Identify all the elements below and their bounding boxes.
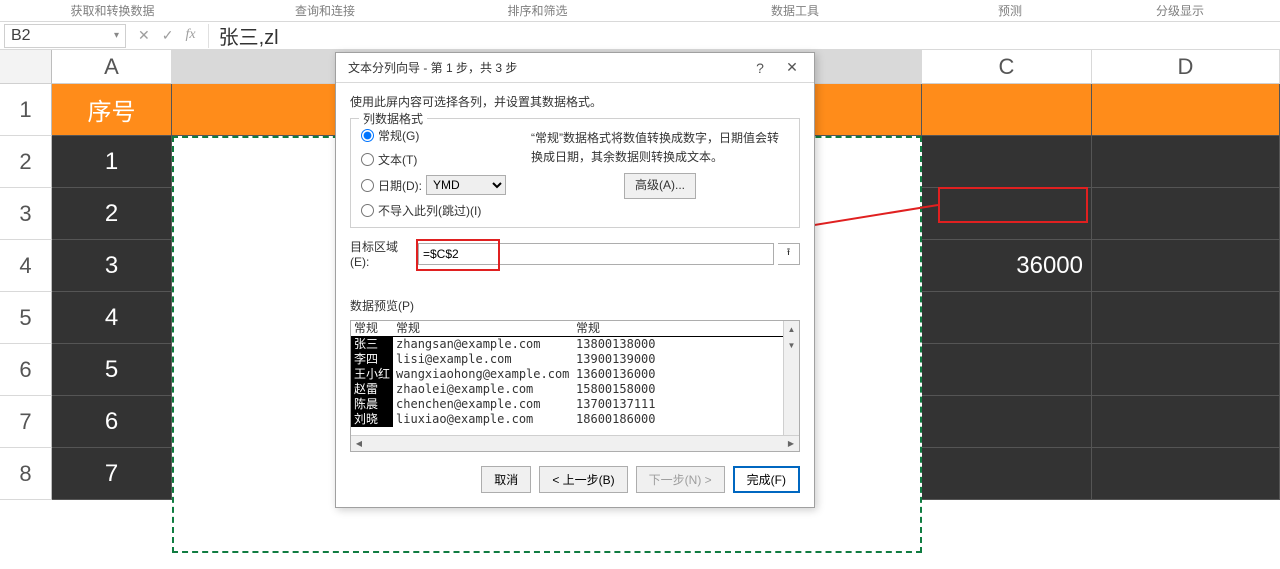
preview-header-3[interactable]: 常规 xyxy=(573,321,783,337)
cell-D5[interactable] xyxy=(1092,292,1280,344)
cell-A3[interactable]: 2 xyxy=(52,188,172,240)
formula-text: 张三,zl xyxy=(219,21,279,50)
cell-C6[interactable] xyxy=(922,344,1092,396)
row-header-1[interactable]: 1 xyxy=(0,84,52,136)
cell-C4[interactable]: 36000 xyxy=(922,240,1092,292)
column-data-format-group: 列数据格式 常规(G) 文本(T) 日期(D): YM xyxy=(350,118,800,228)
cell-D7[interactable] xyxy=(1092,396,1280,448)
cell-A4[interactable]: 3 xyxy=(52,240,172,292)
preview-label: 数据预览(P) xyxy=(350,297,800,314)
row-header-6[interactable]: 6 xyxy=(0,344,52,396)
cell-D6[interactable] xyxy=(1092,344,1280,396)
preview-row: 刘晓liuxiao@example.com18600186000 xyxy=(351,412,783,427)
preview-row: 张三zhangsan@example.com13800138000 xyxy=(351,337,783,353)
back-button[interactable]: < 上一步(B) xyxy=(539,466,627,493)
scroll-down-icon[interactable]: ▼ xyxy=(784,337,799,353)
preview-row: 赵雷zhaolei@example.com15800158000 xyxy=(351,382,783,397)
preview-horizontal-scrollbar[interactable]: ◀ ▶ xyxy=(351,435,799,451)
name-box[interactable]: B2 ▾ xyxy=(4,24,126,48)
close-icon[interactable]: ✕ xyxy=(776,59,808,76)
row-header-4[interactable]: 4 xyxy=(0,240,52,292)
annotation-target-cell-highlight xyxy=(938,187,1088,223)
cell-A7[interactable]: 6 xyxy=(52,396,172,448)
date-format-select[interactable]: YMD xyxy=(426,175,506,195)
preview-header-2[interactable]: 常规 xyxy=(393,321,573,337)
cell-C1[interactable] xyxy=(922,84,1092,136)
preview-vertical-scrollbar[interactable]: ▲ ▼ xyxy=(783,321,799,435)
cell-D2[interactable] xyxy=(1092,136,1280,188)
radio-text-input[interactable] xyxy=(361,153,374,166)
row-header-7[interactable]: 7 xyxy=(0,396,52,448)
cancel-button[interactable]: 取消 xyxy=(481,466,531,493)
cancel-icon[interactable]: ✕ xyxy=(138,27,150,44)
ribbon-group-sort-filter: 排序和筛选 xyxy=(425,2,650,19)
scroll-up-icon[interactable]: ▲ xyxy=(784,321,799,337)
cell-A6[interactable]: 5 xyxy=(52,344,172,396)
target-label: 目标区域(E): xyxy=(350,238,414,269)
col-header-A[interactable]: A xyxy=(52,50,172,84)
col-header-D[interactable]: D xyxy=(1092,50,1280,84)
col-header-C[interactable]: C xyxy=(922,50,1092,84)
formula-bar[interactable]: 张三,zl xyxy=(208,24,1276,48)
ribbon-group-outline: 分级显示 xyxy=(1080,2,1280,19)
select-all-corner[interactable] xyxy=(0,50,52,84)
text-to-columns-dialog: 文本分列向导 - 第 1 步，共 3 步 ? ✕ 使用此屏内容可选择各列，并设置… xyxy=(335,52,815,508)
cell-A8[interactable]: 7 xyxy=(52,448,172,500)
data-preview: 常规 常规 常规 张三zhangsan@example.com138001380… xyxy=(350,320,800,452)
next-button: 下一步(N) > xyxy=(636,466,725,493)
cell-A5[interactable]: 4 xyxy=(52,292,172,344)
radio-general-input[interactable] xyxy=(361,129,374,142)
radio-date[interactable]: 日期(D): YMD xyxy=(361,175,521,195)
enter-icon[interactable]: ✓ xyxy=(162,27,174,44)
chevron-down-icon[interactable]: ▾ xyxy=(114,30,119,41)
row-header-5[interactable]: 5 xyxy=(0,292,52,344)
preview-row: 陈晨chenchen@example.com13700137111 xyxy=(351,397,783,412)
preview-header-1[interactable]: 常规 xyxy=(351,321,393,337)
ribbon-group-data-tools: 数据工具 xyxy=(650,2,940,19)
row-header-3[interactable]: 3 xyxy=(0,188,52,240)
finish-button[interactable]: 完成(F) xyxy=(733,466,800,493)
radio-skip[interactable]: 不导入此列(跳过)(I) xyxy=(361,202,521,219)
cell-C2[interactable] xyxy=(922,136,1092,188)
format-description: “常规”数据格式将数值转换成数字，日期值会转换成日期，其余数据则转换成文本。 xyxy=(531,129,789,167)
radio-skip-input[interactable] xyxy=(361,204,374,217)
row-header-8[interactable]: 8 xyxy=(0,448,52,500)
scroll-right-icon[interactable]: ▶ xyxy=(783,436,799,451)
range-picker-icon[interactable]: ⭱ xyxy=(778,243,800,265)
preview-row: 王小红wangxiaohong@example.com13600136000 xyxy=(351,367,783,382)
cell-C5[interactable] xyxy=(922,292,1092,344)
help-button[interactable]: ? xyxy=(744,60,776,76)
fmt-legend: 列数据格式 xyxy=(359,110,427,127)
cell-A2[interactable]: 1 xyxy=(52,136,172,188)
scroll-left-icon[interactable]: ◀ xyxy=(351,436,367,451)
formula-bar-row: B2 ▾ ✕ ✓ fx 张三,zl xyxy=(0,22,1280,50)
preview-row: 李四lisi@example.com13900139000 xyxy=(351,352,783,367)
ribbon-group-queries: 查询和连接 xyxy=(225,2,425,19)
radio-text[interactable]: 文本(T) xyxy=(361,151,521,168)
fx-icon[interactable]: fx xyxy=(185,27,195,44)
ribbon-group-get-transform: 获取和转换数据 xyxy=(0,2,225,19)
cell-D8[interactable] xyxy=(1092,448,1280,500)
radio-date-input[interactable] xyxy=(361,179,374,192)
ribbon-group-forecast: 预测 xyxy=(940,2,1080,19)
cell-C8[interactable] xyxy=(922,448,1092,500)
dialog-title: 文本分列向导 - 第 1 步，共 3 步 xyxy=(348,59,744,76)
row-header-2[interactable]: 2 xyxy=(0,136,52,188)
ribbon-group-labels: 获取和转换数据 查询和连接 排序和筛选 数据工具 预测 分级显示 xyxy=(0,0,1280,22)
radio-general[interactable]: 常规(G) xyxy=(361,127,521,144)
dialog-subtitle: 使用此屏内容可选择各列，并设置其数据格式。 xyxy=(350,93,800,110)
cell-D4[interactable] xyxy=(1092,240,1280,292)
cell-D3[interactable] xyxy=(1092,188,1280,240)
cell-D1[interactable] xyxy=(1092,84,1280,136)
advanced-button[interactable]: 高级(A)... xyxy=(624,173,696,198)
cell-C7[interactable] xyxy=(922,396,1092,448)
destination-input[interactable] xyxy=(418,243,774,265)
name-box-value: B2 xyxy=(11,27,31,45)
cell-A1[interactable]: 序号 xyxy=(52,84,172,136)
